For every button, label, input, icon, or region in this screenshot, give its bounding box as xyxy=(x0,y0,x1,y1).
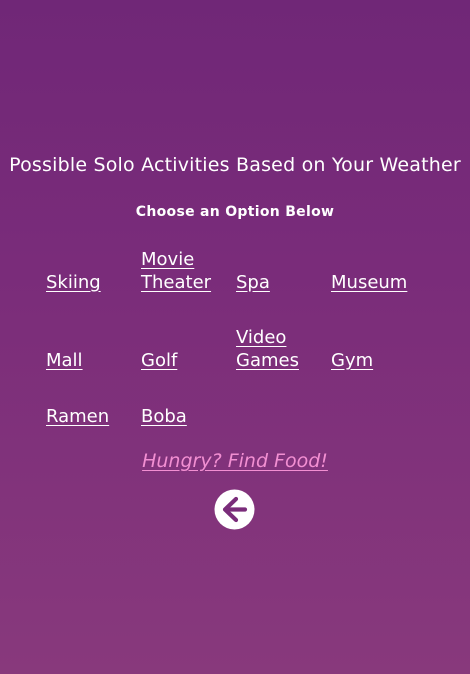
activity-cell: Golf xyxy=(141,294,236,372)
find-food-link[interactable]: Hungry? Find Food! xyxy=(0,450,470,472)
activity-cell: Skiing xyxy=(46,238,141,294)
activities-page: Possible Solo Activities Based on Your W… xyxy=(0,0,470,674)
activity-link-golf[interactable]: Golf xyxy=(141,349,177,372)
page-subtitle: Choose an Option Below xyxy=(135,204,335,220)
activity-link-movie-theater[interactable]: Movie Theater xyxy=(141,248,219,294)
back-button[interactable] xyxy=(214,489,255,530)
activity-cell: Mall xyxy=(46,294,141,372)
activity-link-museum[interactable]: Museum xyxy=(331,271,407,294)
activity-grid: Skiing Movie Theater Spa Museum Mall Gol… xyxy=(46,238,426,428)
arrow-left-circle-icon xyxy=(214,489,255,530)
activity-cell: Spa xyxy=(236,238,331,294)
activity-cell-empty xyxy=(331,372,426,428)
activity-cell: Video Games xyxy=(236,294,331,372)
activity-cell: Museum xyxy=(331,238,426,294)
activity-link-boba[interactable]: Boba xyxy=(141,405,187,428)
activity-link-spa[interactable]: Spa xyxy=(236,271,270,294)
activity-link-video-games[interactable]: Video Games xyxy=(236,326,306,372)
activity-cell: Gym xyxy=(331,294,426,372)
activity-cell: Ramen xyxy=(46,372,141,428)
activity-link-gym[interactable]: Gym xyxy=(331,349,373,372)
activity-link-skiing[interactable]: Skiing xyxy=(46,271,101,294)
activity-link-ramen[interactable]: Ramen xyxy=(46,405,109,428)
page-title: Possible Solo Activities Based on Your W… xyxy=(9,154,461,176)
activity-cell: Movie Theater xyxy=(141,238,236,294)
activity-cell: Boba xyxy=(141,372,236,428)
activity-link-mall[interactable]: Mall xyxy=(46,349,83,372)
activity-cell-empty xyxy=(236,372,331,428)
